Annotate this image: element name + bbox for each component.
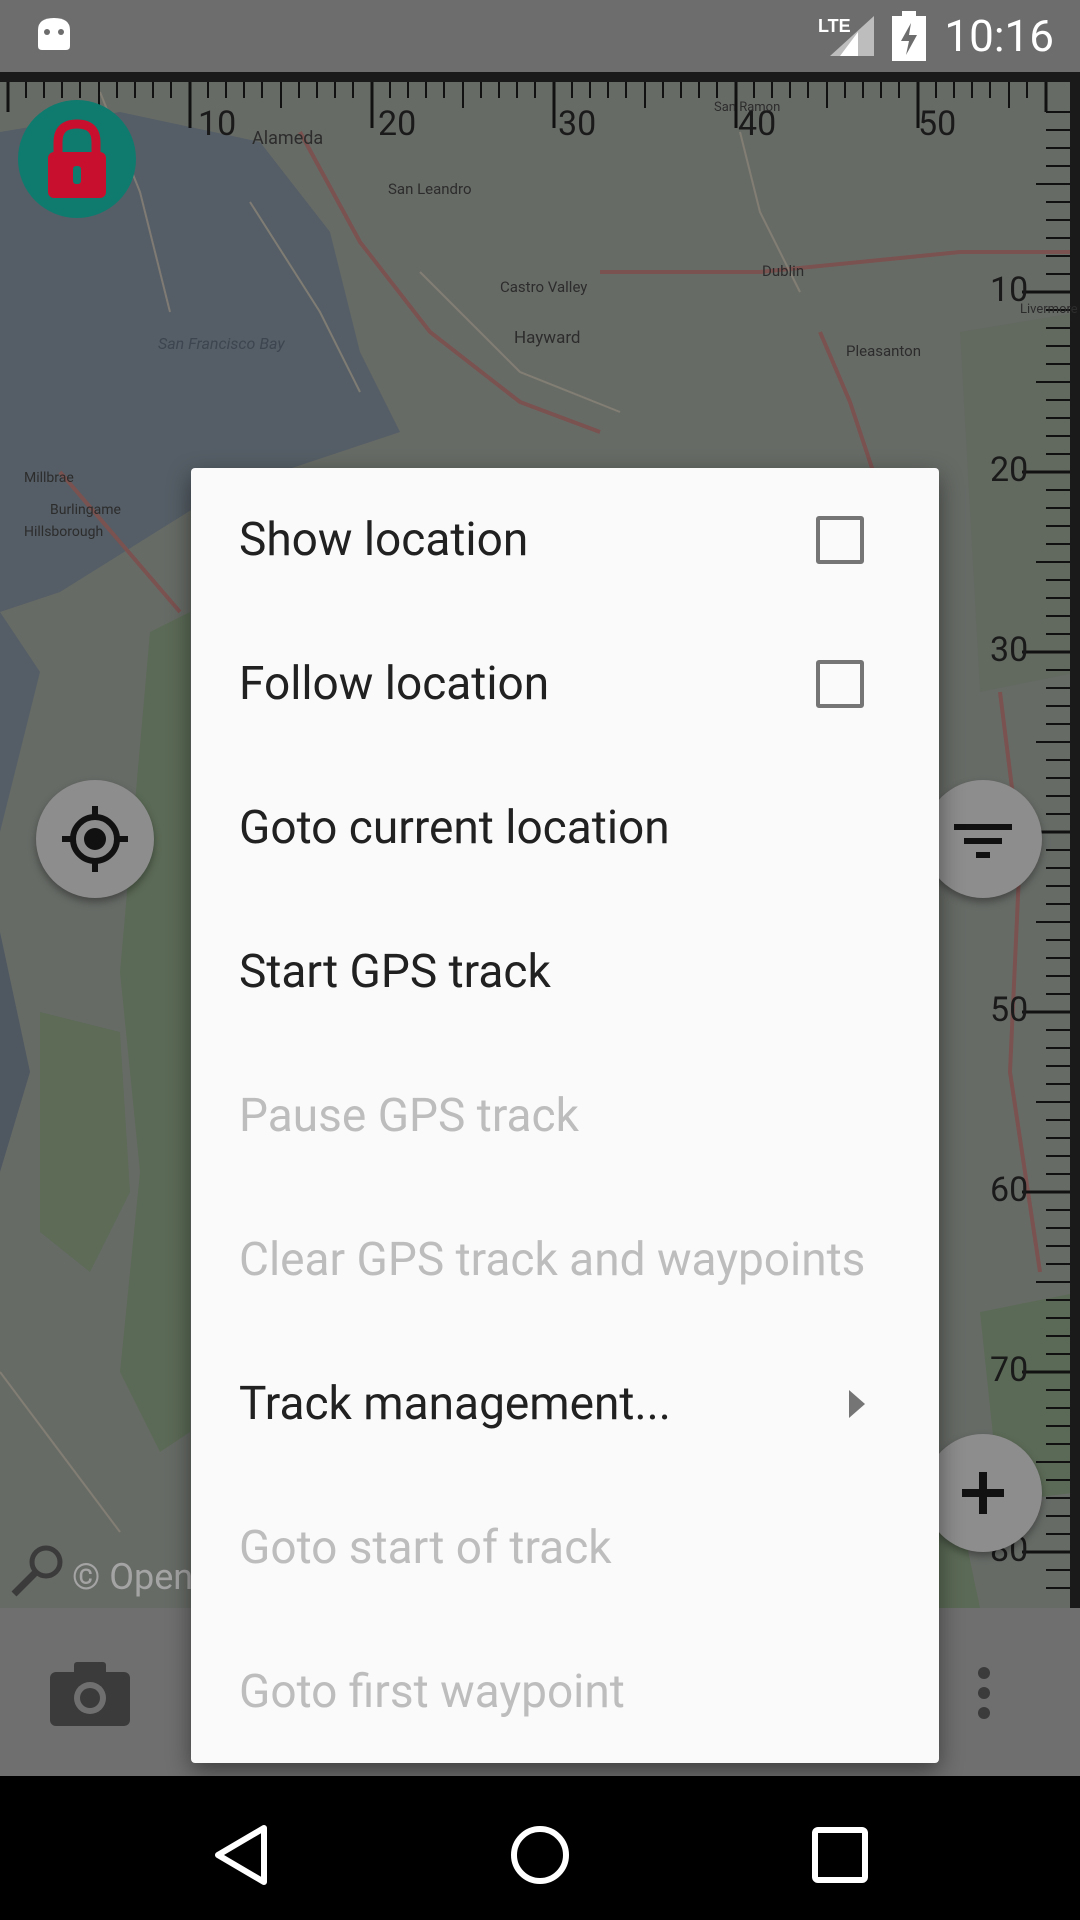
menu-item-label: Goto start of track <box>239 1521 612 1575</box>
ruler-right-label: 50 <box>990 990 1029 1030</box>
map-attribution[interactable]: © Open <box>72 1556 193 1598</box>
menu-item-clear-gps-track: Clear GPS track and waypoints <box>191 1188 939 1332</box>
menu-item-label: Goto first waypoint <box>239 1665 625 1719</box>
show-location-checkbox[interactable] <box>816 516 864 564</box>
home-icon[interactable] <box>505 1820 575 1890</box>
menu-item-goto-first-waypoint: Goto first waypoint <box>191 1620 939 1764</box>
filter-button[interactable] <box>924 780 1042 898</box>
menu-item-track-management[interactable]: Track management... <box>191 1332 939 1476</box>
map-place-label: Burlingame <box>50 502 121 518</box>
menu-item-label: Start GPS track <box>239 945 551 999</box>
magnifier-icon <box>11 1545 63 1597</box>
lock-icon <box>48 119 106 198</box>
ruler-right-label: 30 <box>990 630 1029 670</box>
overflow-menu-icon[interactable] <box>970 1665 998 1721</box>
my-location-icon <box>62 806 128 872</box>
clock: 10:16 <box>944 10 1054 62</box>
popup-menu: Show location Follow location Goto curre… <box>191 468 939 1763</box>
android-debug-icon <box>38 18 70 50</box>
status-bar: LTE 10:16 <box>0 0 1080 72</box>
follow-location-checkbox[interactable] <box>816 660 864 708</box>
map-place-label: Castro Valley <box>500 278 588 296</box>
plus-icon <box>962 1472 1004 1514</box>
my-location-button[interactable] <box>36 780 154 898</box>
menu-item-label: Clear GPS track and waypoints <box>239 1233 866 1287</box>
recents-icon[interactable] <box>805 1820 875 1890</box>
back-icon[interactable] <box>206 1820 276 1890</box>
map-place-label: San Francisco Bay <box>158 334 285 353</box>
filter-icon <box>954 824 1012 858</box>
menu-item-label: Follow location <box>239 657 550 711</box>
lock-button[interactable] <box>18 100 136 218</box>
map-place-label: San Ramon <box>714 100 781 115</box>
zoom-in-button[interactable] <box>924 1434 1042 1552</box>
submenu-arrow-icon <box>849 1390 865 1418</box>
menu-item-goto-current-location[interactable]: Goto current location <box>191 756 939 900</box>
menu-item-follow-location[interactable]: Follow location <box>191 612 939 756</box>
map-place-label: Hillsborough <box>24 524 104 540</box>
ruler-right-label: 20 <box>990 450 1029 490</box>
menu-item-label: Show location <box>239 513 529 567</box>
camera-icon[interactable] <box>50 1660 130 1726</box>
signal-lte-icon: LTE <box>818 16 875 56</box>
map-place-label: San Leandro <box>388 180 472 198</box>
map-place-label: Hayward <box>514 328 581 348</box>
map-place-label: Alameda <box>252 128 324 149</box>
map-place-label: Pleasanton <box>846 342 922 360</box>
ruler-top-label: 30 <box>558 104 597 144</box>
network-label: LTE <box>818 16 851 36</box>
menu-item-pause-gps-track: Pause GPS track <box>191 1044 939 1188</box>
menu-item-show-location[interactable]: Show location <box>191 468 939 612</box>
menu-item-label: Goto current location <box>239 801 670 855</box>
menu-item-label: Pause GPS track <box>239 1089 579 1143</box>
map-place-label: Dublin <box>762 262 805 280</box>
menu-item-goto-start-of-track: Goto start of track <box>191 1476 939 1620</box>
map-place-label: Livermore <box>1020 302 1078 317</box>
ruler-top-label: 50 <box>918 104 957 144</box>
menu-item-label: Track management... <box>239 1377 671 1431</box>
menu-item-start-gps-track[interactable]: Start GPS track <box>191 900 939 1044</box>
battery-charging-icon <box>892 11 927 61</box>
ruler-top-label: 20 <box>378 104 417 144</box>
map-place-label: Millbrae <box>24 470 74 486</box>
ruler-top-label: 10 <box>198 104 237 144</box>
ruler-right-label: 60 <box>990 1170 1029 1210</box>
ruler-right-label: 70 <box>990 1350 1029 1390</box>
